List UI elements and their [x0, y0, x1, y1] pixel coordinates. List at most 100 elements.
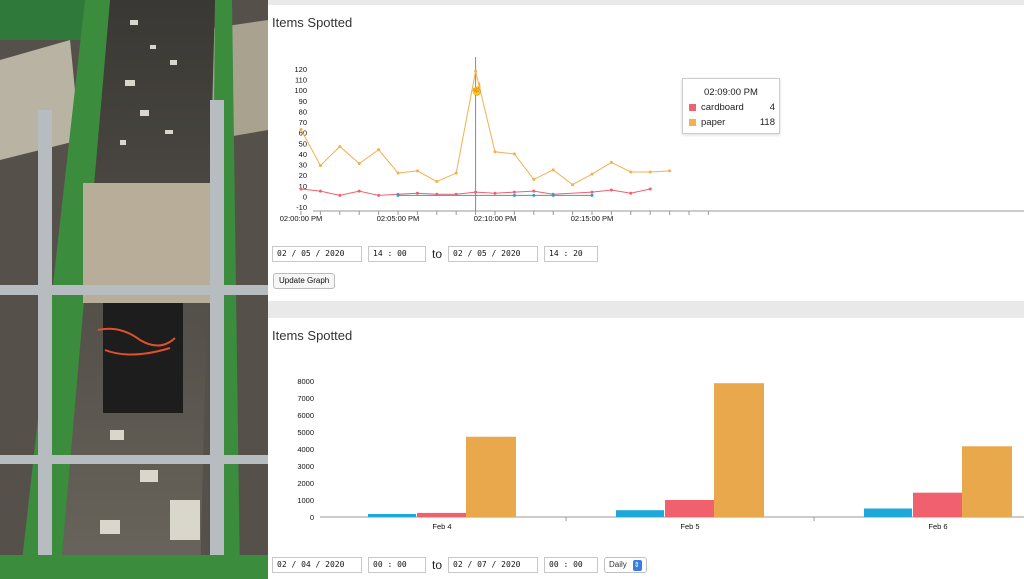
y-tick-label: 70: [299, 118, 307, 127]
data-point: [474, 190, 478, 194]
data-point: [551, 168, 555, 172]
data-point: [357, 161, 361, 165]
data-point: [415, 191, 419, 195]
data-point: [512, 152, 516, 156]
data-point: [396, 193, 400, 197]
data-point: [648, 187, 652, 191]
chart-tooltip: 02:09:00 PM cardboard 4 paper 118: [682, 78, 780, 134]
update-graph-button[interactable]: Update Graph: [273, 273, 336, 289]
data-point: [532, 177, 536, 181]
bar: [417, 512, 467, 517]
select-arrows-icon: [632, 559, 642, 573]
data-point: [668, 169, 672, 173]
tooltip-value: 4: [769, 102, 775, 113]
y-tick-label: 100: [294, 86, 307, 95]
cardboard-swatch: [689, 104, 696, 111]
y-tick-label: 5000: [297, 428, 314, 437]
dashboard: Items Spotted 120 110 100 90 80 70 60 50 40 30 20 1…: [268, 0, 1024, 579]
data-point: [318, 189, 322, 193]
date-range-controls: 02 / 04 / 2020 00 : 00 to 02 / 07 / 2020…: [272, 557, 647, 573]
data-point: [299, 187, 303, 191]
conveyor-camera-photo: [0, 0, 268, 579]
to-date-input[interactable]: 02 / 05 / 2020: [448, 246, 539, 262]
date-range-controls: 02 / 05 / 2020 14 : 00 to 02 / 05 / 2020…: [272, 246, 599, 262]
x-tick-label: 02:05:00 PM: [377, 214, 420, 223]
x-tick-label: Feb 4: [432, 522, 451, 531]
bar: [864, 508, 912, 517]
items-spotted-line-panel: Items Spotted 120 110 100 90 80 70 60 50 40 30 20 1…: [268, 5, 1024, 301]
data-point: [512, 190, 516, 194]
y-tick-label: 40: [299, 150, 307, 159]
data-point: [318, 164, 322, 168]
data-point: [512, 193, 516, 197]
data-point: [571, 183, 575, 187]
cursor-icon: ☝: [470, 81, 485, 96]
to-time-input[interactable]: 00 : 00: [544, 557, 599, 573]
data-point: [648, 170, 652, 174]
y-tick-label: 7000: [297, 394, 314, 403]
data-point: [377, 193, 381, 197]
to-time-input[interactable]: 14 : 20: [544, 246, 599, 262]
y-tick-label: -10: [296, 203, 307, 212]
data-point: [454, 171, 458, 175]
data-point: [396, 171, 400, 175]
tooltip-row-cardboard: cardboard 4: [689, 102, 775, 113]
y-tick-label: 8000: [297, 377, 314, 386]
bar: [665, 500, 715, 517]
data-point: [532, 189, 536, 193]
y-tick-label: 3000: [297, 462, 314, 471]
bar: [466, 436, 516, 517]
bar: [616, 510, 664, 517]
data-point: [609, 160, 613, 164]
tooltip-time: 02:09:00 PM: [704, 87, 758, 98]
y-tick-label: 0: [310, 513, 314, 522]
data-point: [629, 170, 633, 174]
y-tick-label: 110: [295, 76, 307, 85]
data-point: [532, 193, 536, 197]
bar: [913, 492, 963, 517]
y-tick-label: 30: [299, 161, 307, 170]
y-tick-label: 4000: [297, 445, 314, 454]
data-point: [590, 172, 594, 176]
bar: [368, 513, 416, 517]
from-date-input[interactable]: 02 / 04 / 2020: [272, 557, 362, 573]
to-date-input[interactable]: 02 / 07 / 2020: [448, 557, 539, 573]
tooltip-row-paper: paper 118: [689, 117, 775, 128]
data-point: [377, 148, 381, 152]
y-tick-label: 0: [303, 192, 307, 201]
data-point: [338, 193, 342, 197]
items-spotted-bar-panel: Items Spotted 8000 7000 6000 5000 4000 3000 20…: [268, 318, 1024, 579]
data-point: [590, 193, 594, 197]
y-tick-label: 2000: [297, 479, 314, 488]
x-tick-label: Feb 5: [680, 522, 699, 531]
bar-chart[interactable]: 8000 7000 6000 5000 4000 3000 2000 1000 0 Feb 4 Fe…: [268, 318, 1024, 538]
data-point: [551, 193, 555, 197]
interval-select[interactable]: Daily: [604, 557, 647, 573]
data-point: [629, 191, 633, 195]
data-point: [338, 144, 342, 148]
data-point: [435, 180, 439, 184]
data-point: [590, 190, 594, 194]
data-point: [474, 69, 478, 73]
tooltip-label: cardboard: [701, 102, 744, 113]
data-point: [609, 188, 613, 192]
data-point: [493, 191, 497, 195]
from-time-input[interactable]: 14 : 00: [368, 246, 426, 262]
data-point: [299, 128, 303, 132]
x-tick-label: 02:10:00 PM: [474, 214, 517, 223]
series-line: [300, 71, 670, 186]
from-date-input[interactable]: 02 / 05 / 2020: [272, 246, 362, 262]
from-time-input[interactable]: 00 : 00: [368, 557, 426, 573]
to-label: to: [432, 558, 443, 572]
line-chart[interactable]: 1201101009080706050403020100-1002:00:00 …: [268, 5, 1024, 225]
tooltip-value: 118: [759, 117, 775, 128]
tooltip-label: paper: [701, 117, 726, 128]
data-point: [415, 169, 419, 173]
x-tick-label: 02:00:00 PM: [280, 214, 323, 223]
y-tick-label: 1000: [297, 496, 314, 505]
bar: [714, 383, 764, 517]
interval-value: Daily: [609, 560, 627, 569]
y-tick-label: 20: [299, 171, 307, 180]
x-tick-label: 02:15:00 PM: [571, 214, 614, 223]
y-tick-label: 6000: [297, 411, 314, 420]
